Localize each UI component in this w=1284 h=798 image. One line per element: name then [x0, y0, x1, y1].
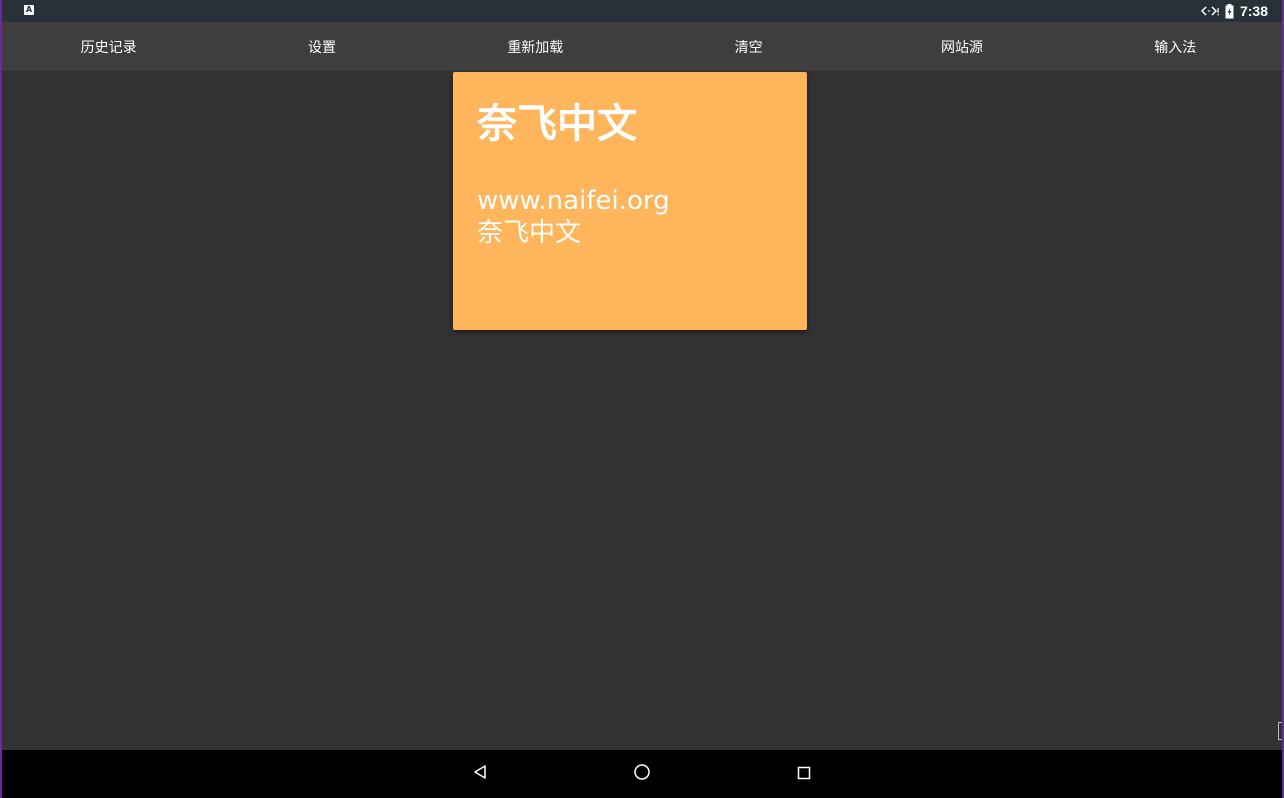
- source-card-title: 奈飞中文: [477, 101, 637, 147]
- back-button[interactable]: [468, 762, 492, 786]
- top-toolbar: 历史记录 设置 重新加载 清空 网站源 输入法: [2, 22, 1282, 71]
- network-arrows-icon: [1200, 5, 1219, 17]
- source-card[interactable]: 奈飞中文 www.naifei.org 奈飞中文: [453, 72, 807, 330]
- clock-time: 7:38: [1239, 3, 1268, 19]
- toolbar-site-source-button[interactable]: 网站源: [855, 22, 1068, 71]
- status-indicators: 7:38: [1200, 0, 1268, 22]
- app-window: A 7:38 历史记录 设置 重新加载 清空 网站源 输入法 奈飞中文 www.…: [2, 0, 1282, 798]
- toolbar-history-button[interactable]: 历史记录: [2, 22, 215, 71]
- status-bar: A 7:38: [2, 0, 1282, 22]
- edge-handle[interactable]: [1278, 722, 1282, 740]
- battery-charging-icon: [1225, 3, 1234, 19]
- toolbar-reload-button[interactable]: 重新加载: [429, 22, 642, 71]
- home-button[interactable]: [630, 762, 654, 786]
- recents-square-icon: [797, 765, 811, 784]
- toolbar-input-method-button[interactable]: 输入法: [1069, 22, 1282, 71]
- toolbar-clear-button[interactable]: 清空: [642, 22, 855, 71]
- source-card-url: www.naifei.org: [477, 186, 670, 216]
- back-triangle-icon: [472, 764, 488, 784]
- toolbar-settings-button[interactable]: 设置: [215, 22, 428, 71]
- main-content: 奈飞中文 www.naifei.org 奈飞中文: [2, 71, 1282, 750]
- home-circle-icon: [633, 763, 651, 785]
- recents-button[interactable]: [792, 762, 816, 786]
- navigation-bar: [2, 750, 1282, 798]
- source-card-description: 奈飞中文: [477, 218, 582, 248]
- app-notification-icon: A: [24, 5, 34, 15]
